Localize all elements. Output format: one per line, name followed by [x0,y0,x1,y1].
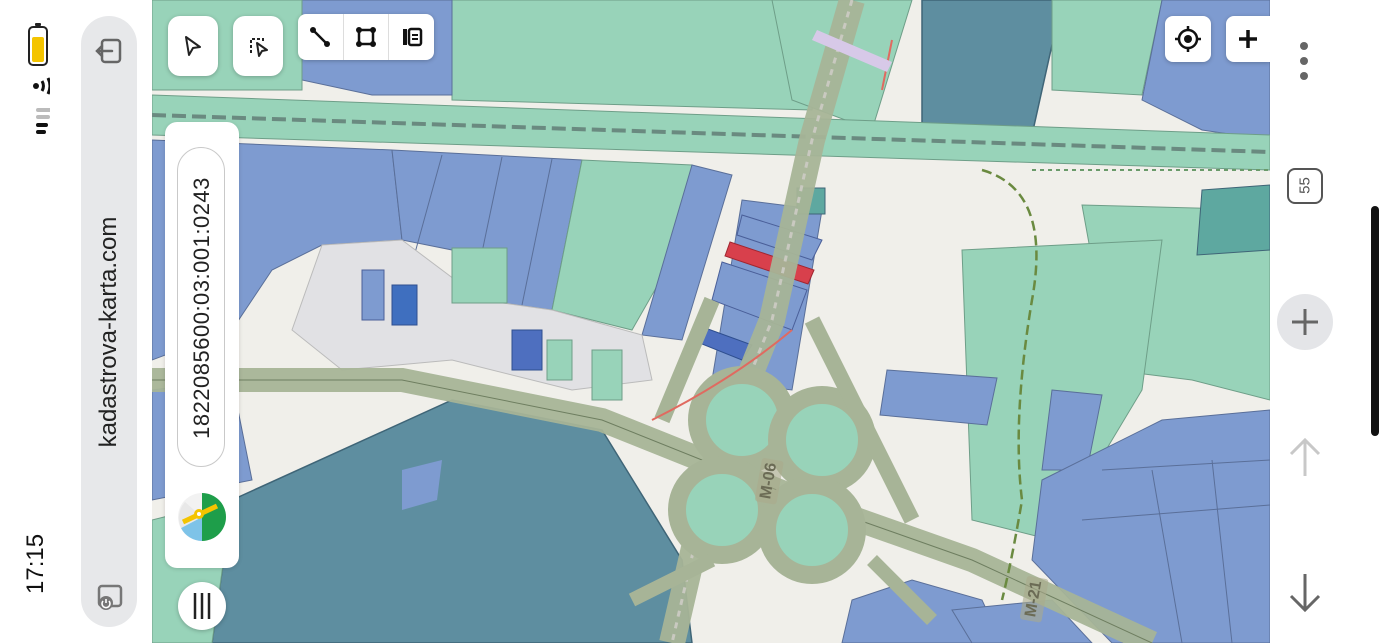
locate-button[interactable] [1165,16,1211,62]
measure-line-button[interactable] [298,14,344,60]
tab-count: 55 [1296,177,1314,194]
lasso-select-icon [250,38,268,57]
measure-area-icon [356,27,376,47]
zoom-in-button[interactable] [1226,16,1270,62]
measure-area-button[interactable] [344,14,390,60]
tab-count-button[interactable]: 55 [1287,168,1323,204]
layers-list-button[interactable] [389,14,434,60]
arrow-up-icon[interactable] [1288,436,1322,478]
url-text[interactable]: kadastrova-karta.com [95,162,123,502]
cadastral-number-field[interactable]: 1822085600:03:001:0243 [177,147,225,467]
battery-icon [28,23,48,66]
map-canvas[interactable] [152,0,1270,643]
plus-icon [1239,30,1257,48]
new-tab-button[interactable] [1277,294,1333,350]
scrollbar[interactable] [1371,206,1379,436]
location-target-icon [1175,26,1201,52]
status-bar: 17:15 [0,0,80,643]
parcel-side-panel: 1822085600:03:001:0243 [165,122,239,568]
url-bar[interactable]: kadastrova-karta.com [81,16,137,627]
select-tool-button[interactable] [168,16,218,76]
more-vertical-icon[interactable] [1294,40,1314,84]
cadastral-number[interactable]: 1822085600:03:001:0243 [189,148,215,468]
clock-time: 17:15 [22,533,49,594]
cursor-select-icon [185,36,201,56]
wifi-icon [33,77,50,95]
tabs-icon[interactable] [93,582,125,614]
maps-app-icon[interactable] [177,492,227,542]
arrow-down-icon[interactable] [1288,572,1322,614]
menu-button[interactable] [178,582,226,630]
menu-bars-icon [193,593,211,619]
measure-line-icon [310,27,331,47]
lasso-tool-button[interactable] [233,16,283,76]
plus-icon [1292,309,1318,335]
measure-toolbar [298,14,434,60]
exit-icon[interactable] [94,36,124,66]
cellular-signal-icon [36,108,50,134]
layers-list-icon [402,27,422,47]
cadastral-map[interactable]: М-06 М-21 [152,0,1270,643]
